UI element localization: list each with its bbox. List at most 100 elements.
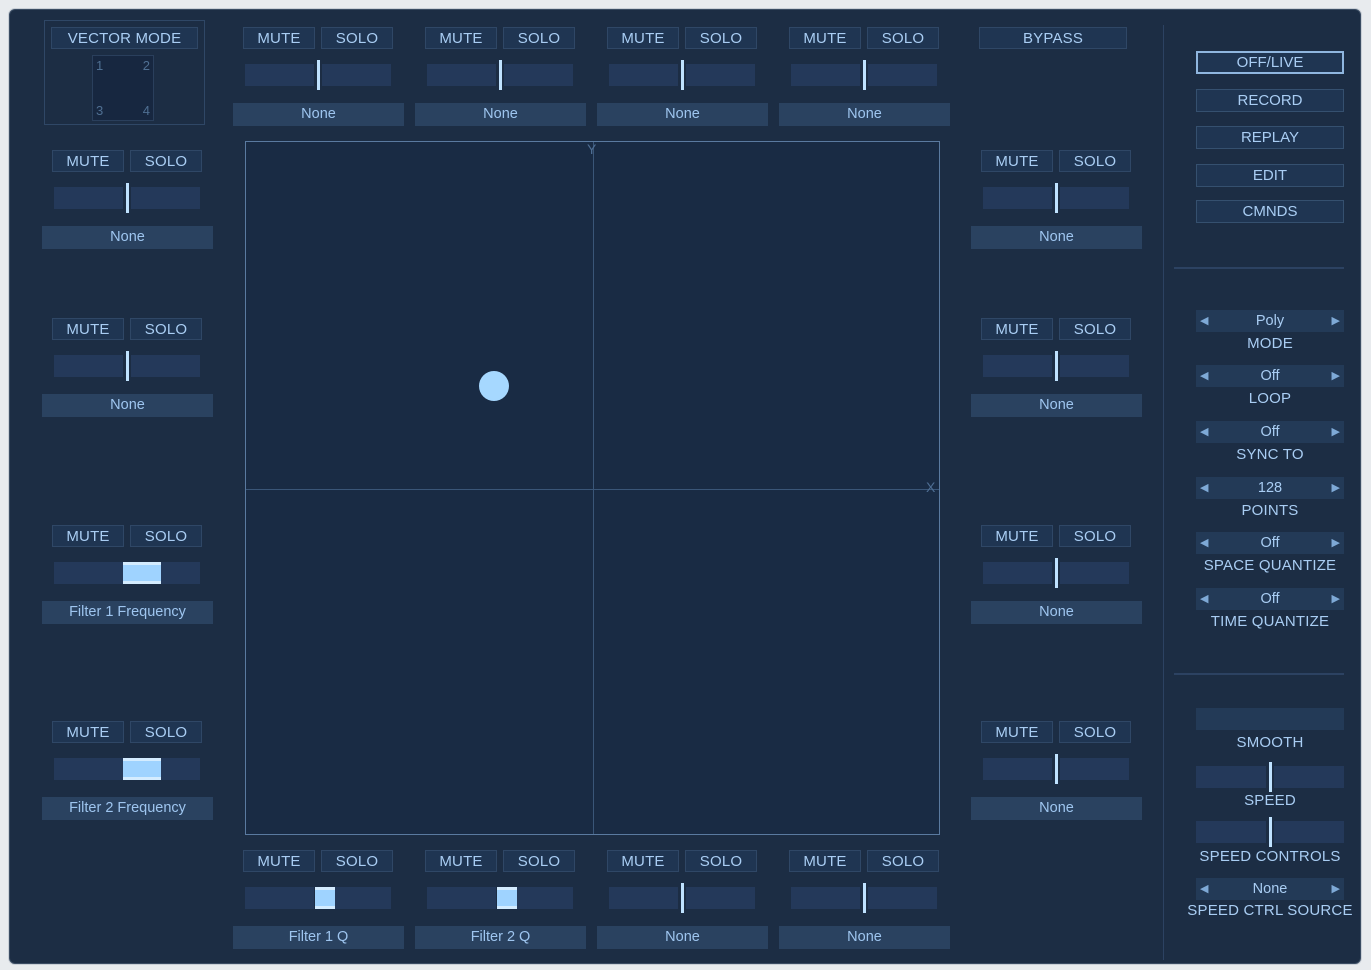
- channel-target-label[interactable]: None: [597, 926, 768, 949]
- arrow-right-icon[interactable]: ▶: [1332, 878, 1340, 900]
- channel-target-label[interactable]: None: [779, 926, 950, 949]
- channel-target-label[interactable]: None: [233, 103, 404, 126]
- mute-button[interactable]: MUTE: [52, 721, 124, 743]
- channel-target-label[interactable]: None: [42, 226, 213, 249]
- solo-button[interactable]: SOLO: [503, 850, 575, 872]
- slider-handle[interactable]: [1268, 762, 1272, 792]
- slider-handle[interactable]: [1268, 817, 1272, 847]
- slider-handle[interactable]: [125, 183, 129, 213]
- speed-ctrl-source-selector[interactable]: ◀ None ▶: [1196, 878, 1344, 900]
- mute-button[interactable]: MUTE: [52, 150, 124, 172]
- slider-handle[interactable]: [862, 60, 866, 90]
- arrow-right-icon[interactable]: ▶: [1332, 532, 1340, 554]
- slider-knob[interactable]: [315, 887, 336, 909]
- smooth-slider[interactable]: [1196, 708, 1344, 730]
- mute-button[interactable]: MUTE: [789, 27, 861, 49]
- slider-knob[interactable]: [122, 562, 161, 584]
- channel-target-label[interactable]: None: [415, 103, 586, 126]
- channel-slider[interactable]: [609, 883, 755, 913]
- channel-slider[interactable]: [54, 562, 200, 584]
- edit-button[interactable]: EDIT: [1196, 164, 1344, 187]
- channel-target-label[interactable]: None: [42, 394, 213, 417]
- channel-slider[interactable]: [54, 351, 200, 381]
- speed-slider[interactable]: [1196, 762, 1344, 792]
- solo-button[interactable]: SOLO: [867, 850, 939, 872]
- cmnds-button[interactable]: CMNDS: [1196, 200, 1344, 223]
- solo-button[interactable]: SOLO: [1059, 525, 1131, 547]
- channel-target-label[interactable]: None: [971, 226, 1142, 249]
- points-selector[interactable]: ◀ 128 ▶: [1196, 477, 1344, 499]
- solo-button[interactable]: SOLO: [867, 27, 939, 49]
- channel-slider[interactable]: [983, 351, 1129, 381]
- mute-button[interactable]: MUTE: [52, 318, 124, 340]
- mute-button[interactable]: MUTE: [607, 850, 679, 872]
- channel-slider[interactable]: [427, 887, 573, 909]
- arrow-left-icon[interactable]: ◀: [1200, 588, 1208, 610]
- slider-handle[interactable]: [1054, 754, 1058, 784]
- mute-button[interactable]: MUTE: [425, 27, 497, 49]
- channel-target-label[interactable]: None: [971, 394, 1142, 417]
- channel-target-label[interactable]: None: [971, 601, 1142, 624]
- channel-target-label[interactable]: None: [597, 103, 768, 126]
- solo-button[interactable]: SOLO: [130, 318, 202, 340]
- solo-button[interactable]: SOLO: [685, 27, 757, 49]
- solo-button[interactable]: SOLO: [1059, 150, 1131, 172]
- slider-handle[interactable]: [680, 60, 684, 90]
- mute-button[interactable]: MUTE: [243, 27, 315, 49]
- xy-pad[interactable]: Y X: [245, 141, 940, 835]
- mute-button[interactable]: MUTE: [981, 318, 1053, 340]
- solo-button[interactable]: SOLO: [503, 27, 575, 49]
- channel-slider[interactable]: [791, 60, 937, 90]
- loop-selector[interactable]: ◀ Off ▶: [1196, 365, 1344, 387]
- arrow-right-icon[interactable]: ▶: [1332, 421, 1340, 443]
- channel-slider[interactable]: [427, 60, 573, 90]
- channel-target-label[interactable]: Filter 2 Frequency: [42, 797, 213, 820]
- slider-knob[interactable]: [497, 887, 518, 909]
- channel-slider[interactable]: [983, 754, 1129, 784]
- arrow-right-icon[interactable]: ▶: [1332, 310, 1340, 332]
- arrow-left-icon[interactable]: ◀: [1200, 421, 1208, 443]
- arrow-left-icon[interactable]: ◀: [1200, 365, 1208, 387]
- mute-button[interactable]: MUTE: [607, 27, 679, 49]
- xy-pad-handle[interactable]: [479, 371, 509, 401]
- solo-button[interactable]: SOLO: [321, 27, 393, 49]
- mute-button[interactable]: MUTE: [789, 850, 861, 872]
- arrow-left-icon[interactable]: ◀: [1200, 310, 1208, 332]
- mute-button[interactable]: MUTE: [981, 150, 1053, 172]
- channel-slider[interactable]: [245, 60, 391, 90]
- off-live-button[interactable]: OFF/LIVE: [1196, 51, 1344, 74]
- channel-slider[interactable]: [54, 183, 200, 213]
- slider-handle[interactable]: [862, 883, 866, 913]
- channel-slider[interactable]: [791, 883, 937, 913]
- slider-knob[interactable]: [122, 758, 161, 780]
- slider-handle[interactable]: [1054, 183, 1058, 213]
- arrow-left-icon[interactable]: ◀: [1200, 477, 1208, 499]
- solo-button[interactable]: SOLO: [685, 850, 757, 872]
- channel-slider[interactable]: [983, 183, 1129, 213]
- record-button[interactable]: RECORD: [1196, 89, 1344, 112]
- vector-mode-button[interactable]: VECTOR MODE: [51, 27, 198, 49]
- slider-handle[interactable]: [680, 883, 684, 913]
- solo-button[interactable]: SOLO: [130, 721, 202, 743]
- solo-button[interactable]: SOLO: [130, 150, 202, 172]
- solo-button[interactable]: SOLO: [1059, 318, 1131, 340]
- slider-handle[interactable]: [498, 60, 502, 90]
- arrow-right-icon[interactable]: ▶: [1332, 365, 1340, 387]
- solo-button[interactable]: SOLO: [321, 850, 393, 872]
- time-quantize-selector[interactable]: ◀ Off ▶: [1196, 588, 1344, 610]
- mute-button[interactable]: MUTE: [243, 850, 315, 872]
- channel-target-label[interactable]: Filter 1 Frequency: [42, 601, 213, 624]
- slider-handle[interactable]: [1054, 558, 1058, 588]
- mode-selector[interactable]: ◀ Poly ▶: [1196, 310, 1344, 332]
- channel-target-label[interactable]: Filter 2 Q: [415, 926, 586, 949]
- space-quantize-selector[interactable]: ◀ Off ▶: [1196, 532, 1344, 554]
- slider-handle[interactable]: [125, 351, 129, 381]
- channel-slider[interactable]: [245, 887, 391, 909]
- channel-slider[interactable]: [609, 60, 755, 90]
- vector-mode-pad[interactable]: 1 2 3 4: [92, 55, 154, 121]
- arrow-right-icon[interactable]: ▶: [1332, 588, 1340, 610]
- bypass-button[interactable]: BYPASS: [979, 27, 1127, 49]
- speed-controls-slider[interactable]: [1196, 817, 1344, 847]
- slider-handle[interactable]: [1054, 351, 1058, 381]
- solo-button[interactable]: SOLO: [130, 525, 202, 547]
